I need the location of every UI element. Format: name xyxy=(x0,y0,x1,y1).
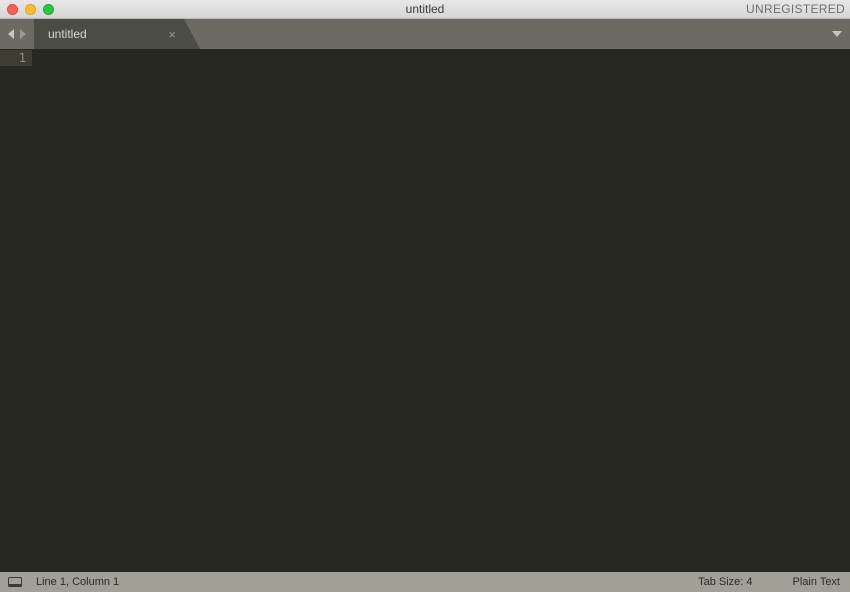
titlebar[interactable]: untitled UNREGISTERED xyxy=(0,0,850,19)
cursor-position[interactable]: Line 1, Column 1 xyxy=(36,576,119,588)
nav-back-icon[interactable] xyxy=(8,29,16,39)
window-controls xyxy=(7,4,54,15)
line-number[interactable]: 1 xyxy=(0,50,32,66)
close-tab-icon[interactable]: × xyxy=(168,28,176,41)
tab-overflow-menu[interactable] xyxy=(832,19,842,49)
editor-area: 1 xyxy=(0,49,850,572)
window-title: untitled xyxy=(406,2,445,16)
maximize-window-button[interactable] xyxy=(43,4,54,15)
nav-forward-icon[interactable] xyxy=(18,29,26,39)
status-bar: Line 1, Column 1 Tab Size: 4 Plain Text xyxy=(0,572,850,592)
tab-strip: untitled × xyxy=(0,19,850,49)
editor-window: untitled UNREGISTERED untitled × 1 xyxy=(0,0,850,592)
tab-size[interactable]: Tab Size: 4 xyxy=(698,576,752,588)
console-icon[interactable] xyxy=(8,577,22,587)
chevron-down-icon xyxy=(832,25,842,43)
syntax-mode[interactable]: Plain Text xyxy=(793,576,841,588)
file-tab[interactable]: untitled × xyxy=(34,19,184,49)
code-area[interactable] xyxy=(46,49,850,572)
minimize-window-button[interactable] xyxy=(25,4,36,15)
close-window-button[interactable] xyxy=(7,4,18,15)
tab-nav xyxy=(0,19,34,49)
tab-label: untitled xyxy=(48,27,87,41)
registration-status: UNREGISTERED xyxy=(746,2,845,16)
gutter: 1 xyxy=(0,49,46,572)
